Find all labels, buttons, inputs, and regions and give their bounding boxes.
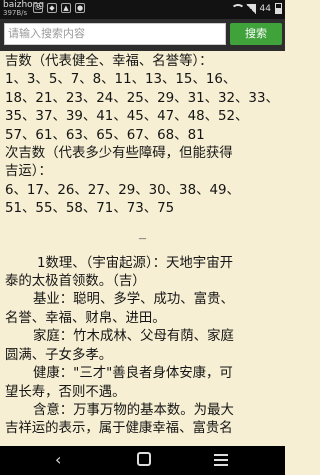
article-line: 1数理、（宇宙起源）：天地宇宙开 bbox=[37, 255, 233, 271]
notification-icons: ✉ ◆ ▲ ● bbox=[33, 3, 85, 13]
article-line: 吉运）： bbox=[5, 164, 52, 180]
status-bar: baizhong 397B/s ✉ ◆ ▲ ● 44 bbox=[0, 0, 285, 19]
search-button[interactable]: 搜索 bbox=[230, 23, 282, 45]
article-line: 35、37、39、41、45、47、48、52、 bbox=[5, 109, 249, 125]
article-line: 泰的太极首领数。（吉） bbox=[5, 274, 146, 290]
article-line: 18、21、23、24、25、29、31、32、33、 bbox=[5, 90, 279, 106]
section-separator: — bbox=[138, 233, 147, 243]
article-line: 次吉数（代表多少有些障碍，但能获得 bbox=[5, 146, 233, 162]
notification-icon: ◆ bbox=[47, 3, 57, 13]
article-line: 基业：聪明、多学、成功、富贵、 bbox=[33, 292, 234, 308]
back-icon[interactable]: ‹ bbox=[55, 452, 69, 468]
notification-icon: ▲ bbox=[61, 3, 71, 13]
article-line: 圆满、子女多孝。 bbox=[5, 347, 113, 363]
signal-icon bbox=[245, 3, 256, 14]
home-icon[interactable] bbox=[137, 452, 151, 466]
article-content: 吉数（代表健全、幸福、名誉等）： 1、3、5、7、8、11、13、15、16、 … bbox=[0, 53, 285, 446]
search-input[interactable]: 请输入搜索内容 bbox=[4, 23, 226, 45]
article-line: 吉数（代表健全、幸福、名誉等）： bbox=[5, 54, 213, 69]
battery-level: 44 bbox=[259, 3, 271, 14]
article-line: 望长寿，否则不遇。 bbox=[5, 384, 126, 400]
article-line: 含意：万事万物的基本数。为最大 bbox=[33, 402, 234, 418]
navigation-bar: ‹ bbox=[0, 446, 285, 475]
notification-icon: ● bbox=[75, 3, 85, 13]
article-line: 1、3、5、7、8、11、13、15、16、 bbox=[5, 72, 237, 88]
menu-icon[interactable] bbox=[214, 451, 228, 469]
search-bar: 请输入搜索内容 搜索 bbox=[0, 19, 285, 51]
article-line: 51、55、58、71、73、75 bbox=[5, 201, 175, 217]
article-line: 6、17、26、27、29、30、38、49、 bbox=[5, 182, 240, 198]
article-line: 57、61、63、65、67、68、81 bbox=[5, 127, 205, 143]
article-line: 健康："三才"善良者身体安康，可 bbox=[33, 366, 233, 382]
article-line: 家庭：竹木成林、父母有荫、家庭 bbox=[33, 329, 234, 345]
status-right: 44 bbox=[230, 3, 282, 14]
wifi-icon bbox=[230, 3, 245, 14]
notification-icon: ✉ bbox=[33, 3, 43, 13]
battery-icon bbox=[275, 3, 282, 14]
article-line: 名誉、幸福、财帛、进田。 bbox=[5, 310, 166, 326]
article-line: 吉祥运的表示，属于健康幸福、富贵名 bbox=[5, 421, 233, 437]
